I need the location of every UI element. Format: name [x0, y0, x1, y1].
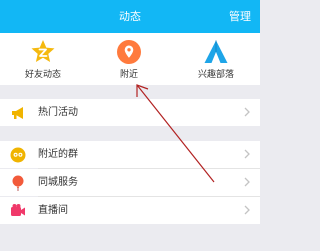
page-title: 动态: [119, 10, 141, 23]
section-hot-events[interactable]: 热门活动: [0, 99, 260, 126]
video-camera-icon: [11, 204, 25, 216]
top-bar: 动态 管理: [0, 0, 260, 33]
friend-feed-label: 好友动态: [24, 70, 61, 80]
chevron-right-icon: [244, 149, 250, 159]
location-pin-icon: [117, 40, 141, 64]
chevron-right-icon: [244, 205, 250, 215]
live-room-label: 直播间: [38, 205, 68, 216]
quick-entry-bar: 好友动态 附近 兴趣部落: [0, 33, 260, 85]
tent-icon: [204, 40, 228, 63]
manage-button[interactable]: 管理: [229, 0, 251, 33]
section-nearby-groups[interactable]: 附近的群: [0, 141, 260, 168]
hot-events-label: 热门活动: [38, 107, 78, 118]
section-live-room[interactable]: 直播间: [0, 197, 260, 224]
nearby-label: 附近: [119, 70, 138, 80]
nearby-entry[interactable]: 附近: [86, 33, 172, 85]
chevron-right-icon: [244, 107, 250, 117]
chevron-right-icon: [244, 177, 250, 187]
megaphone-icon: [12, 107, 23, 119]
section-local-services[interactable]: 同城服务: [0, 169, 260, 196]
friend-feed-entry[interactable]: 好友动态: [0, 33, 86, 85]
interest-tribe-entry[interactable]: 兴趣部落: [172, 33, 260, 85]
balloon-icon: [12, 175, 24, 191]
nearby-groups-label: 附近的群: [38, 149, 78, 160]
interest-tribe-label: 兴趣部落: [197, 70, 234, 80]
star-icon: [31, 40, 55, 62]
local-services-label: 同城服务: [38, 177, 78, 188]
group-icon: [10, 147, 26, 163]
